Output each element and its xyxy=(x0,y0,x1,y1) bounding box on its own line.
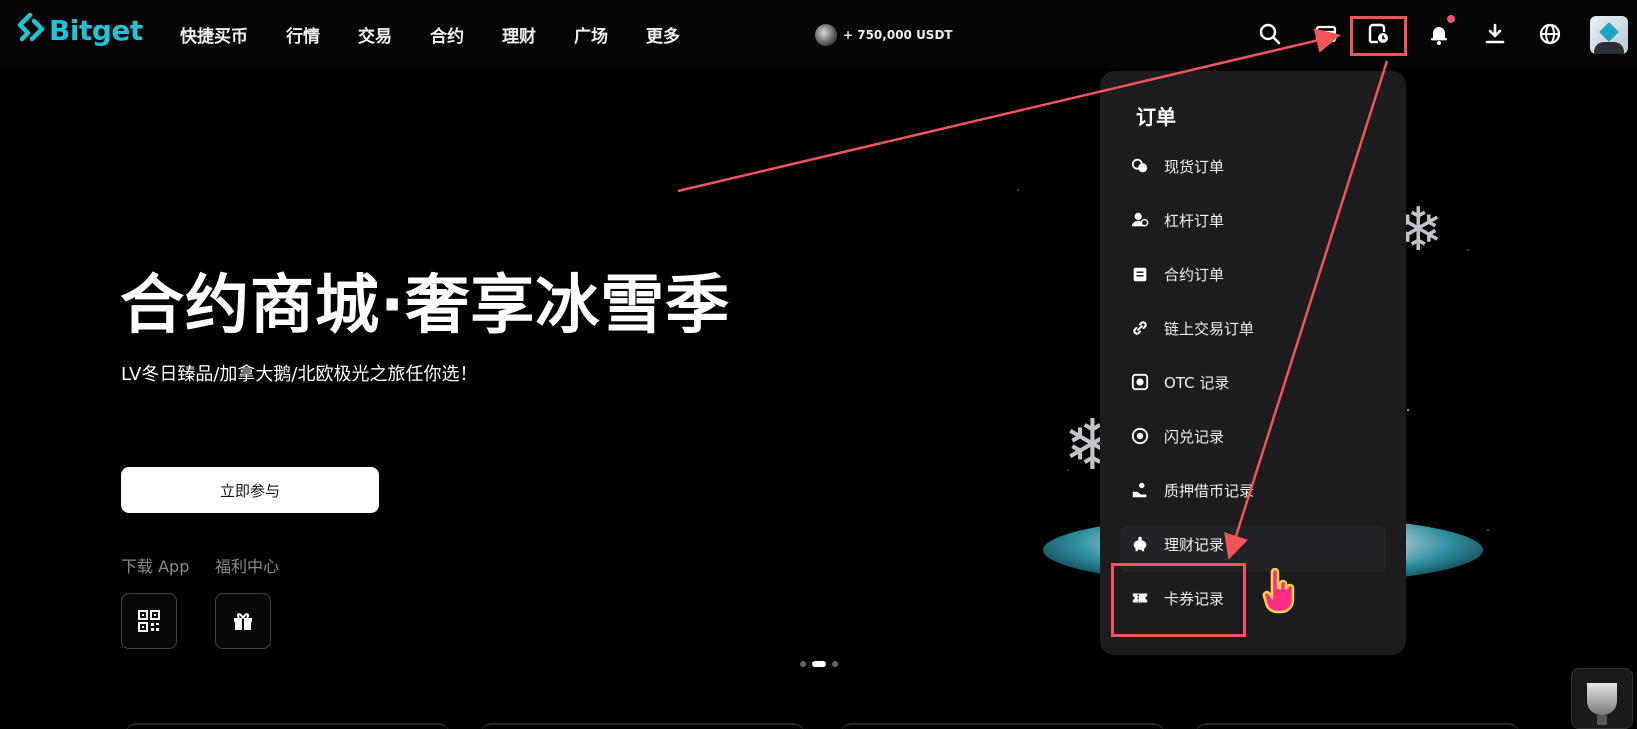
menu-item-label: 链上交易订单 xyxy=(1164,319,1255,338)
hero-title: 合约商城·奢享冰雪季 xyxy=(120,269,731,343)
menu-item-label: 理财记录 xyxy=(1164,535,1225,554)
trophy-icon xyxy=(1587,682,1617,725)
gift-icon xyxy=(234,613,252,630)
join-now-button[interactable]: 立即参与 xyxy=(121,467,379,513)
otc-icon xyxy=(1130,372,1150,392)
nav-item-markets[interactable]: 行情 xyxy=(286,22,320,47)
logo-text: Bitget xyxy=(49,13,143,47)
menu-item-onchain-orders[interactable]: 链上交易订单 xyxy=(1130,305,1380,351)
orders-icon-highlight-box xyxy=(1350,16,1407,56)
pledge-hand-icon xyxy=(1130,480,1150,500)
rewards-center-link[interactable]: 福利中心 xyxy=(215,553,279,577)
menu-item-label: 合约订单 xyxy=(1164,265,1225,284)
carousel-dot-1[interactable] xyxy=(800,661,806,667)
menu-item-label: 杠杆订单 xyxy=(1164,211,1225,230)
menu-item-margin-orders[interactable]: 杠杆订单 xyxy=(1130,197,1380,243)
bottom-card xyxy=(480,723,805,729)
menu-item-pledge-loan-records[interactable]: 质押借币记录 xyxy=(1130,467,1380,513)
download-app-button[interactable] xyxy=(121,593,177,649)
wallet-icon[interactable] xyxy=(1312,20,1340,48)
bell-icon[interactable] xyxy=(1425,20,1453,48)
contract-doc-icon xyxy=(1130,264,1150,284)
menu-item-label: 闪兑记录 xyxy=(1164,427,1225,446)
notification-badge xyxy=(1447,15,1455,23)
menu-item-swap-records[interactable]: 闪兑记录 xyxy=(1130,413,1380,459)
bottom-card xyxy=(1195,723,1520,729)
user-avatar[interactable] xyxy=(1590,16,1628,54)
orders-menu-title: 订单 xyxy=(1136,105,1176,129)
menu-item-earn-records[interactable]: 理财记录 xyxy=(1130,521,1380,567)
coupon-records-highlight-box xyxy=(1111,563,1246,637)
bitget-logo-icon xyxy=(17,13,45,42)
nav-item-earn[interactable]: 理财 xyxy=(502,22,536,47)
download-app-link[interactable]: 下载 App xyxy=(121,553,189,577)
piggy-bank-icon xyxy=(1130,534,1150,554)
bottom-card xyxy=(125,723,450,729)
nav-item-trade[interactable]: 交易 xyxy=(358,22,392,47)
chain-link-icon xyxy=(1130,318,1150,338)
download-icon[interactable] xyxy=(1481,20,1509,48)
bitget-logo[interactable]: Bitget xyxy=(16,13,143,47)
menu-item-label: 质押借币记录 xyxy=(1164,481,1255,500)
hero-subtitle: LV冬日臻品/加拿大鹅/北欧极光之旅任你选！ xyxy=(121,364,478,385)
menu-item-label: 现货订单 xyxy=(1164,157,1225,176)
promo-reward-link[interactable]: + 750,000 USDT xyxy=(815,24,953,46)
margin-user-icon xyxy=(1130,210,1150,230)
promo-text: + 750,000 USDT xyxy=(843,28,953,42)
nav-item-futures[interactable]: 合约 xyxy=(430,22,464,47)
menu-item-contract-orders[interactable]: 合约订单 xyxy=(1130,251,1380,297)
main-menu: 快捷买币 行情 交易 合约 理财 广场 更多 xyxy=(180,22,718,47)
menu-item-otc-records[interactable]: OTC 记录 xyxy=(1130,359,1380,405)
top-navigation-bar: Bitget 快捷买币 行情 交易 合约 理财 广场 更多 + 750,000 … xyxy=(0,0,1637,68)
nav-item-more[interactable]: 更多 xyxy=(646,22,680,47)
globe-icon[interactable] xyxy=(1536,20,1564,48)
pointer-hand-icon xyxy=(1262,568,1295,614)
nav-item-square[interactable]: 广场 xyxy=(574,22,608,47)
carousel-dot-3[interactable] xyxy=(832,661,838,667)
swap-icon xyxy=(1130,426,1150,446)
spot-coin-icon xyxy=(1130,156,1150,176)
search-icon[interactable] xyxy=(1256,20,1284,48)
carousel-indicators xyxy=(800,661,838,667)
carousel-dot-2[interactable] xyxy=(812,661,826,667)
rewards-center-button[interactable] xyxy=(215,593,271,649)
promo-trophy-icon xyxy=(815,24,837,46)
menu-item-label: OTC 记录 xyxy=(1164,373,1230,392)
bottom-card xyxy=(840,723,1165,729)
qr-code-icon xyxy=(138,610,160,632)
nav-item-quick-buy[interactable]: 快捷买币 xyxy=(180,22,248,47)
menu-item-spot-orders[interactable]: 现货订单 xyxy=(1130,143,1380,189)
floating-trophy-button[interactable] xyxy=(1571,668,1633,729)
